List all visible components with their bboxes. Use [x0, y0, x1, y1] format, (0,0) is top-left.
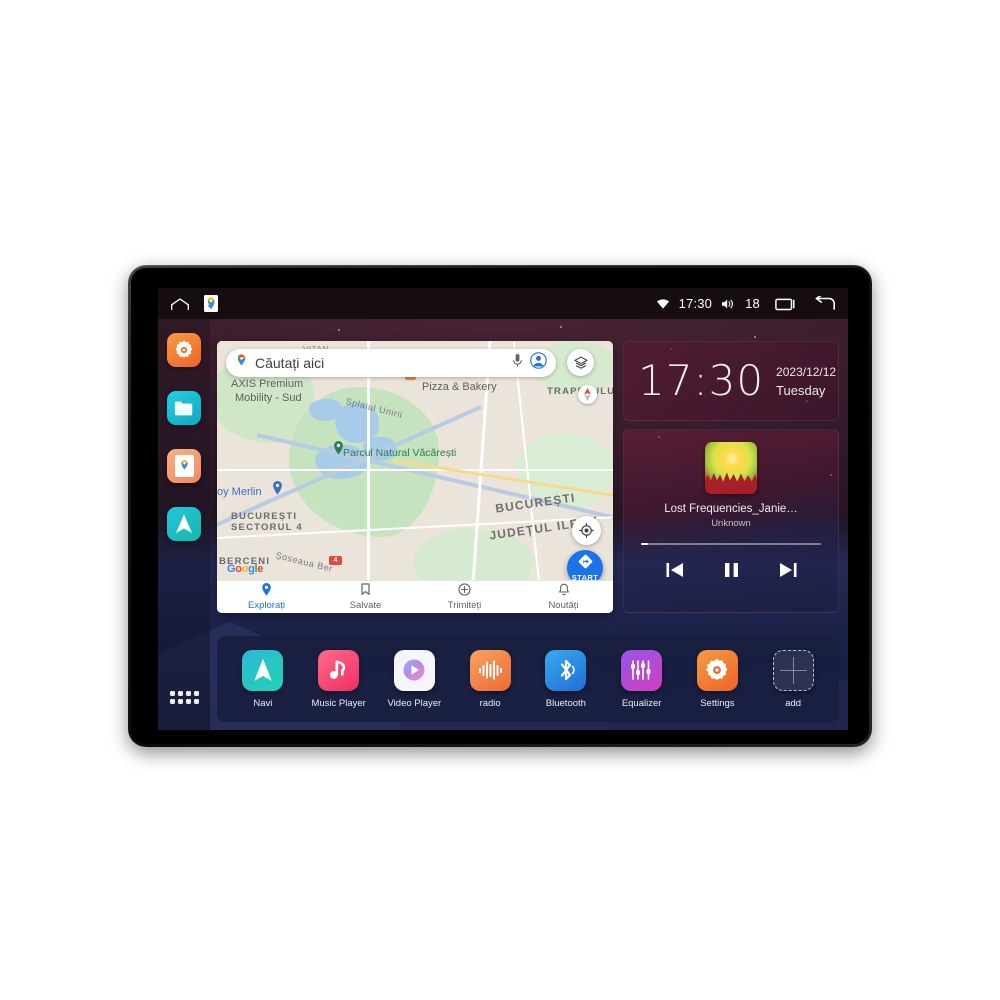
device-bezel: 17:30 18 4 AXIS Premium Mobility - Sud P…	[131, 268, 869, 744]
sidebar-item-settings[interactable]	[167, 333, 201, 367]
map-search-input[interactable]: Căutați aici	[255, 355, 505, 371]
previous-track-icon[interactable]	[665, 561, 685, 579]
sidebar-item-google-maps[interactable]	[167, 449, 201, 483]
map-nav-explorati[interactable]: Explorați	[217, 581, 316, 613]
music-controls	[665, 561, 798, 579]
microphone-icon[interactable]	[512, 353, 523, 373]
app-drawer-icon[interactable]	[169, 691, 199, 704]
google-maps-icon[interactable]	[204, 295, 218, 312]
volume-icon[interactable]	[721, 298, 736, 310]
back-arrow-icon[interactable]	[814, 295, 836, 312]
bluetooth-icon	[545, 649, 587, 691]
wifi-icon	[656, 298, 670, 310]
bell-icon	[558, 583, 570, 599]
app-drawer-grid	[169, 691, 199, 704]
map-layers-button[interactable]	[567, 349, 594, 376]
map-label: AXIS Premium	[231, 378, 304, 390]
screen: 17:30 18 4 AXIS Premium Mobility - Sud P…	[158, 288, 848, 730]
dock-app-label: Navi	[253, 697, 273, 709]
account-avatar-icon[interactable]	[530, 352, 547, 374]
map-label: BUCUREȘTI	[231, 511, 298, 522]
dock-app-label: add	[785, 697, 802, 709]
poi-pin-leroy-merlin[interactable]	[272, 481, 283, 500]
map-label: Parcul Natural Văcărești	[343, 447, 457, 459]
dock-app-settings[interactable]: Settings	[685, 649, 749, 709]
pause-icon[interactable]	[723, 561, 740, 579]
dock-app-bluetooth[interactable]: Bluetooth	[534, 649, 598, 709]
album-art	[705, 442, 757, 494]
status-bar: 17:30 18	[158, 288, 848, 319]
compass-icon[interactable]	[578, 385, 597, 404]
add-placeholder-icon	[772, 649, 814, 691]
music-note-icon	[318, 649, 360, 691]
clock-date: 2023/12/12	[776, 364, 837, 379]
sidebar-item-file-manager[interactable]	[167, 391, 201, 425]
next-track-icon[interactable]	[778, 561, 798, 579]
map-nav-label: Salvate	[349, 600, 382, 611]
poi-pin-parcul[interactable]	[333, 441, 344, 460]
clock-time: 17:30	[638, 356, 765, 405]
clock-day: Tuesday	[776, 382, 826, 398]
home-icon[interactable]	[170, 297, 190, 311]
dock-app-label: Equalizer	[621, 697, 662, 709]
playback-progress-bar[interactable]	[641, 543, 821, 545]
map-label: oy Merlin	[217, 486, 262, 498]
plus-circle-icon	[458, 583, 471, 599]
dock-app-label: Bluetooth	[545, 697, 586, 709]
dock-app-radio[interactable]: radio	[458, 649, 522, 709]
map-canvas[interactable]: 4 VITANAXIS PremiumMobility - SudPizza &…	[217, 341, 613, 613]
volume-level: 18	[745, 296, 760, 311]
dock-app-label: Video Player	[387, 697, 442, 709]
dock-app-label: radio	[479, 697, 501, 709]
navigation-diamond-icon	[578, 554, 593, 574]
status-time: 17:30	[678, 296, 713, 311]
map-nav-salvate[interactable]: Salvate	[316, 581, 415, 613]
album-art-crowd	[705, 472, 757, 494]
dock-app-label: Music Player	[311, 697, 366, 709]
explore-pin-icon	[261, 583, 272, 599]
clock-widget[interactable]: 17:30 2023/12/12 Tuesday	[623, 341, 839, 421]
dock-app-equalizer[interactable]: Equalizer	[610, 649, 674, 709]
map-nav-label: Explorați	[248, 600, 285, 611]
dock-app-navi[interactable]: Navi	[231, 649, 295, 709]
sidebar-item-navi[interactable]	[167, 507, 201, 541]
dock-app-video-player[interactable]: Video Player	[382, 649, 446, 709]
car-head-unit-device: 17:30 18 4 AXIS Premium Mobility - Sud P…	[128, 265, 872, 747]
map-label: SECTORUL 4	[231, 522, 303, 533]
radio-waveform-icon	[469, 649, 511, 691]
track-title: Lost Frequencies_Janie…	[664, 503, 798, 515]
music-player-widget[interactable]: Lost Frequencies_Janie… Unknown	[623, 429, 839, 613]
app-dock: Navi Music Player Video Player radio Blu…	[217, 636, 839, 722]
google-attribution-logo: Google	[227, 563, 264, 575]
map-bottom-navigation: Explorați Salvate Trimiteți Noutăți	[217, 580, 613, 613]
map-nav-label: Noutăți	[548, 600, 579, 611]
map-nav-noutati[interactable]: Noutăți	[514, 581, 613, 613]
playback-progress-fill	[641, 543, 649, 545]
play-circle-icon	[393, 649, 435, 691]
google-maps-pin-icon	[235, 353, 248, 374]
map-label: Șoseaua Ber	[274, 550, 334, 574]
track-artist: Unknown	[711, 518, 751, 529]
navigation-arrow-icon	[242, 649, 284, 691]
dock-app-label: Settings	[700, 697, 735, 709]
left-sidebar	[158, 319, 210, 730]
map-nav-label: Trimiteți	[447, 600, 482, 611]
my-location-button[interactable]	[572, 516, 601, 545]
map-label: Mobility - Sud	[235, 392, 302, 404]
google-maps-widget[interactable]: 4 VITANAXIS PremiumMobility - SudPizza &…	[217, 341, 613, 613]
map-label: Pizza & Bakery	[422, 381, 497, 393]
bookmark-icon	[360, 583, 371, 599]
recent-apps-icon[interactable]	[775, 296, 797, 311]
dock-app-add[interactable]: add	[761, 649, 825, 709]
equalizer-sliders-icon	[621, 649, 663, 691]
map-search-bar[interactable]: Căutați aici	[226, 349, 556, 377]
map-nav-trimiteti[interactable]: Trimiteți	[415, 581, 514, 613]
gear-icon	[696, 649, 738, 691]
dock-app-music-player[interactable]: Music Player	[307, 649, 371, 709]
